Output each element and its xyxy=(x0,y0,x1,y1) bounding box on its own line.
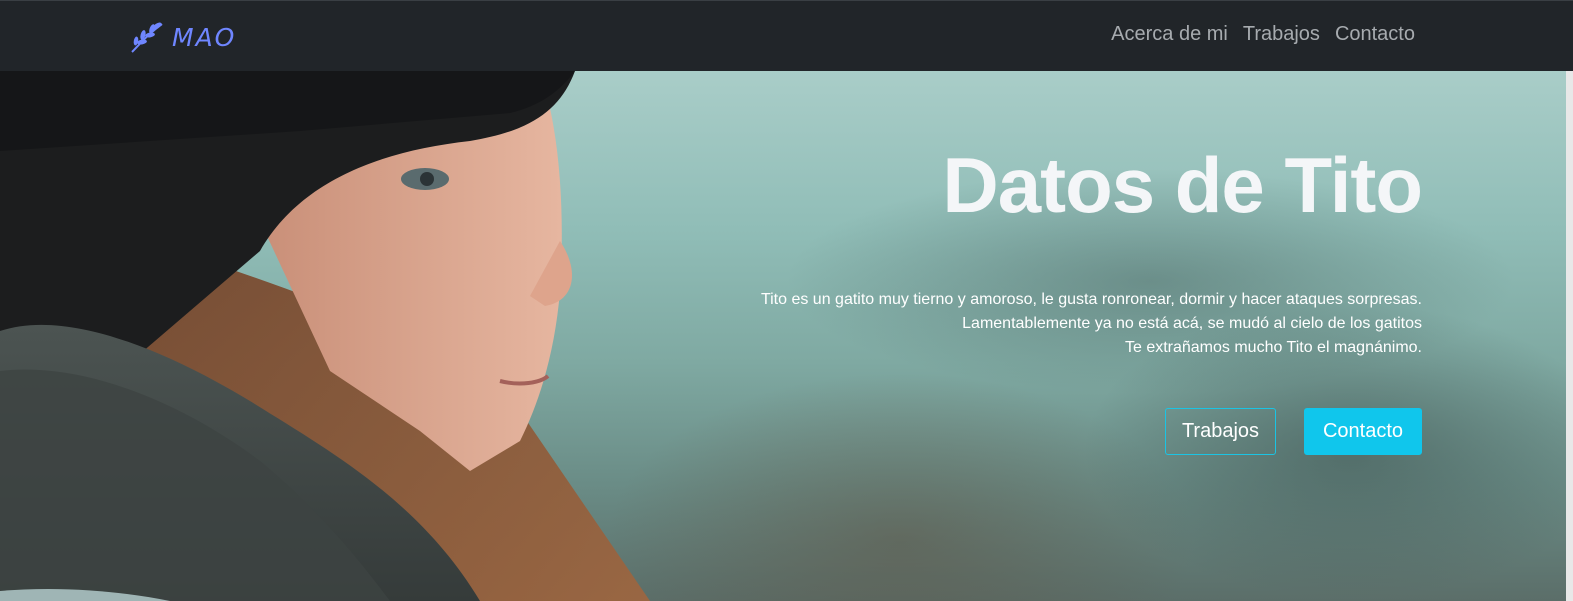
hero-line-1: Tito es un gatito muy tierno y amoroso, … xyxy=(760,291,1422,308)
nav-link-contacto[interactable]: Contacto xyxy=(1335,23,1415,46)
hero-description: Tito es un gatito muy tierno y amoroso, … xyxy=(761,288,1422,360)
hero-photo-person xyxy=(0,71,650,601)
nav-links: Acerca de mi Trabajos Contacto xyxy=(1111,23,1415,46)
hero-line-3: Te extrañamos mucho Tito el magnánimo. xyxy=(1124,339,1422,356)
navbar: MAO Acerca de mi Trabajos Contacto xyxy=(0,0,1573,71)
hero-line-2: Lamentablemente ya no está acá, se mudó … xyxy=(962,315,1422,332)
leaf-branch-icon xyxy=(128,20,166,54)
hero-title: Datos de Tito xyxy=(942,141,1423,229)
hero-section: Datos de Tito Tito es un gatito muy tier… xyxy=(0,71,1566,601)
brand-link[interactable]: MAO xyxy=(128,17,236,57)
brand-name: MAO xyxy=(172,22,237,52)
trabajos-button[interactable]: Trabajos xyxy=(1165,408,1276,455)
nav-link-trabajos[interactable]: Trabajos xyxy=(1243,23,1320,46)
contacto-button[interactable]: Contacto xyxy=(1304,408,1422,455)
nav-link-acerca[interactable]: Acerca de mi xyxy=(1111,23,1228,46)
page-scrollbar[interactable] xyxy=(1566,71,1573,601)
